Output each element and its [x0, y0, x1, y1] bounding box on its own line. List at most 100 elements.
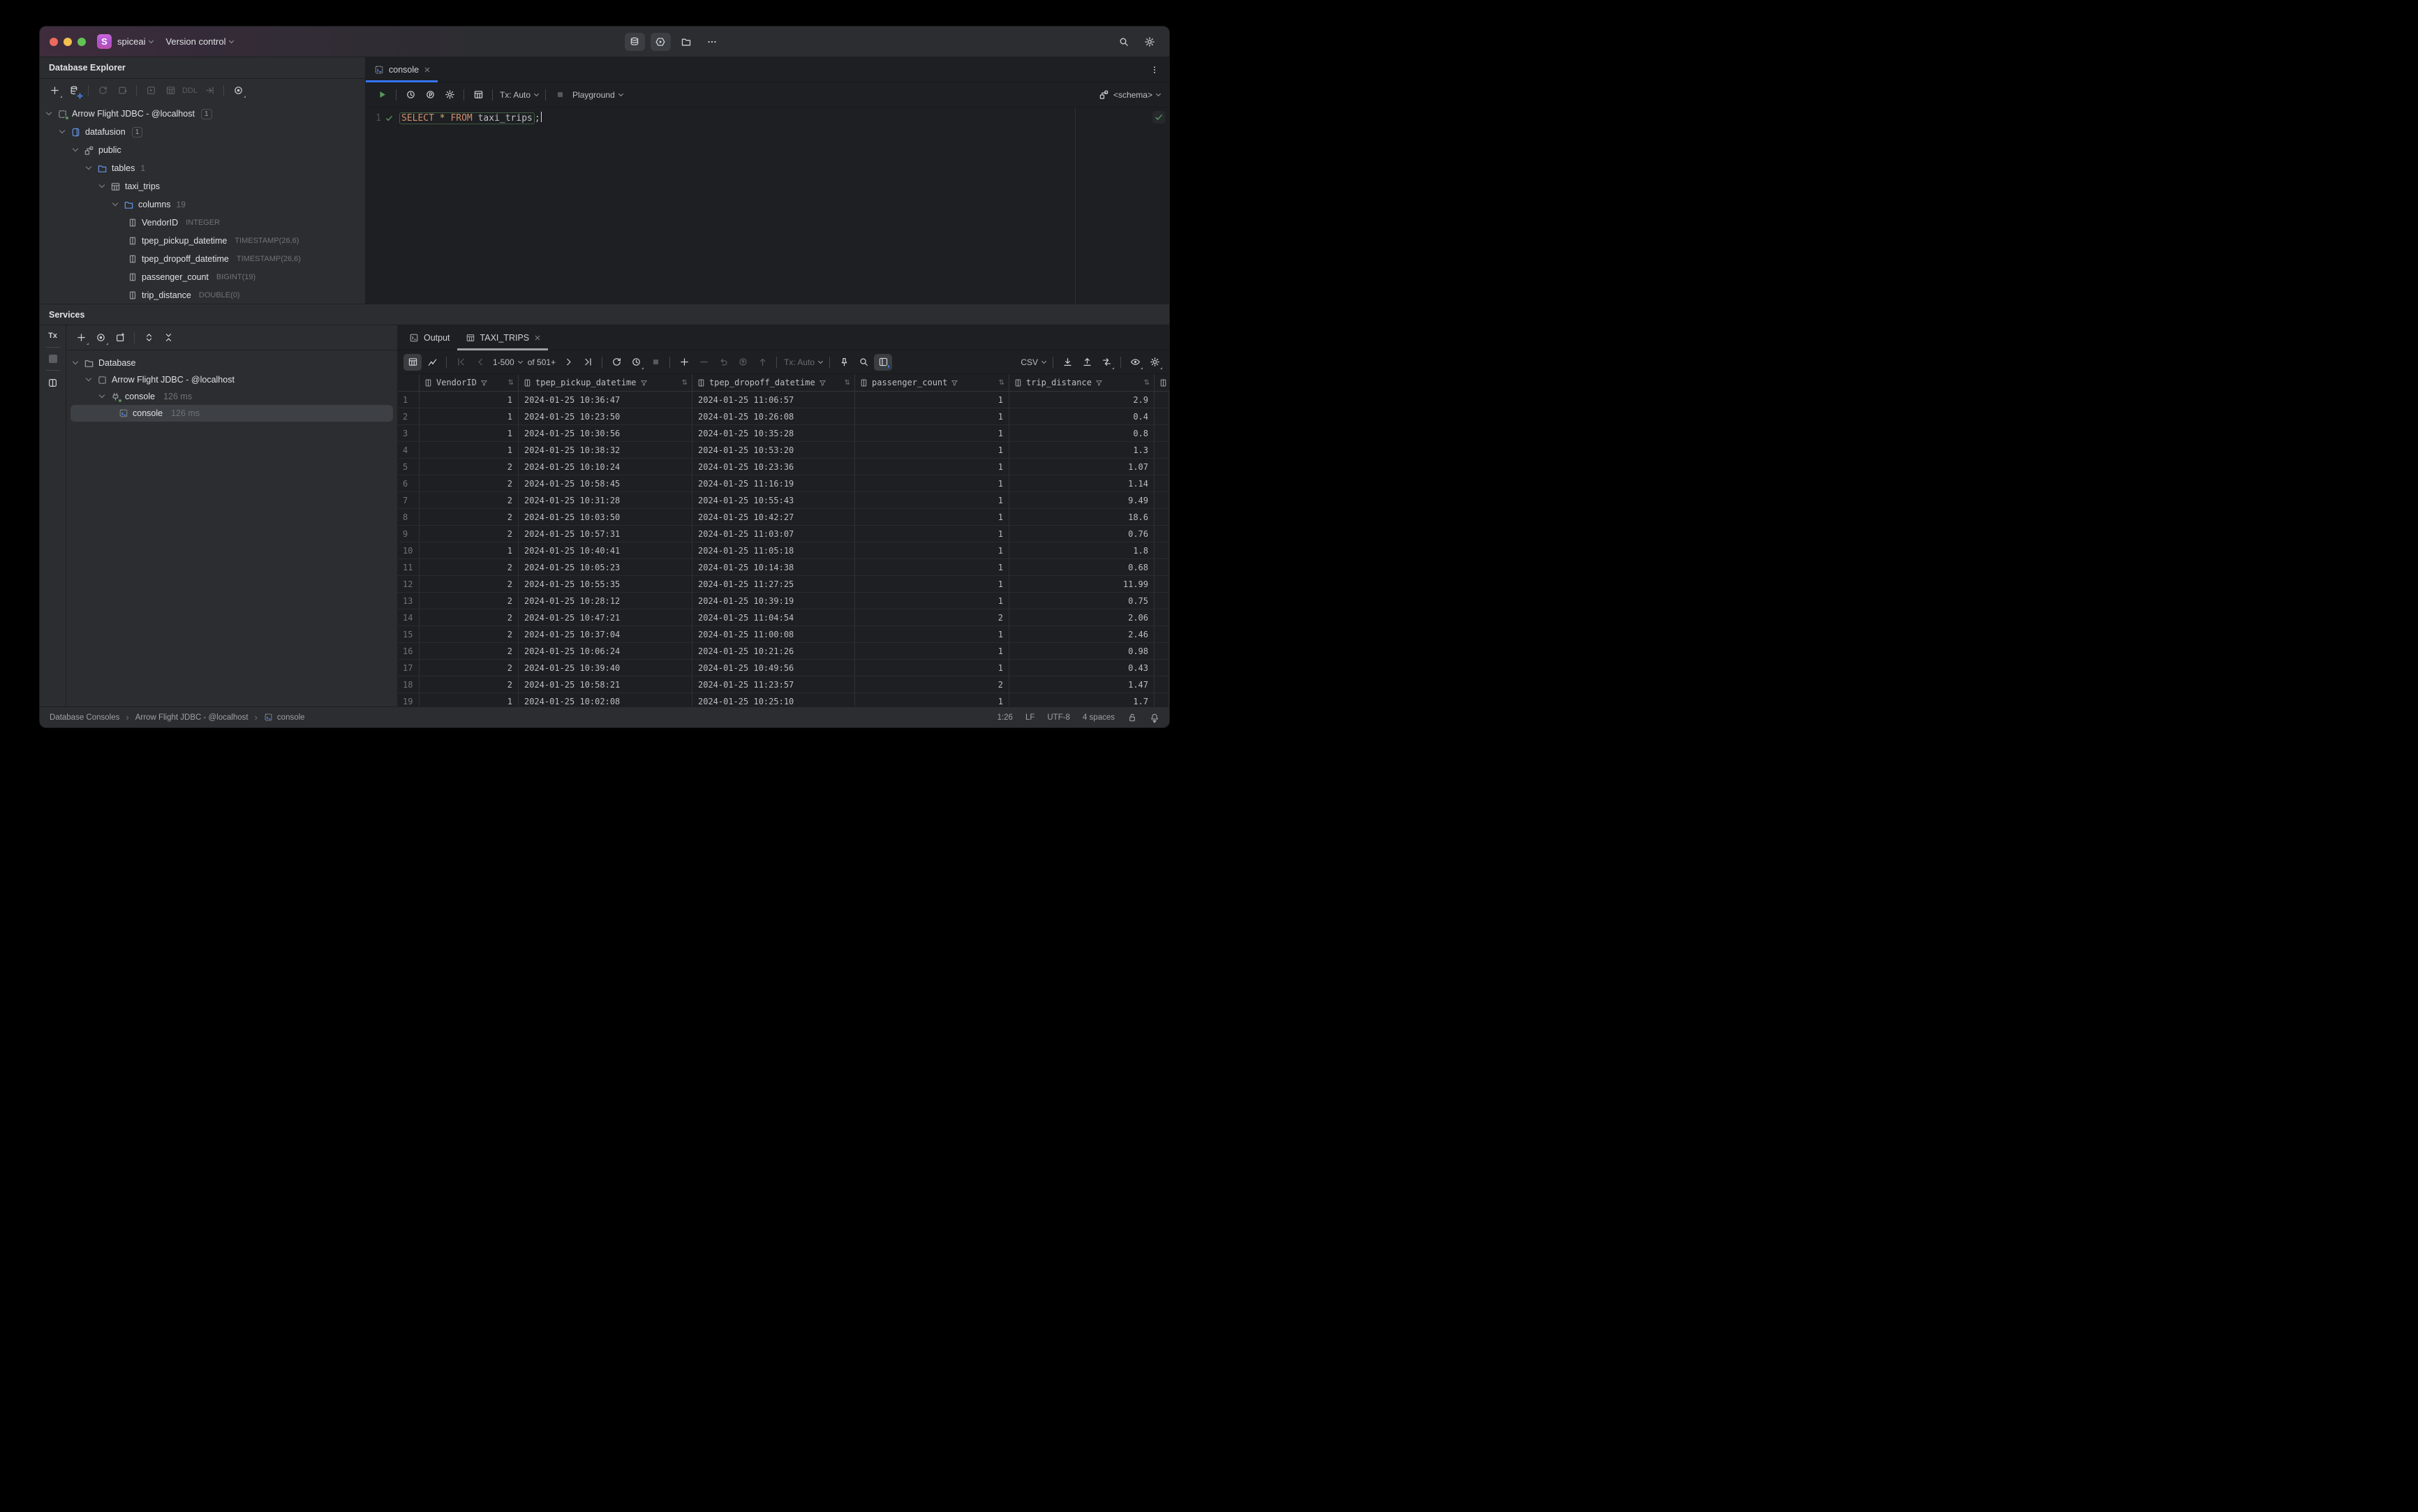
cell-rate[interactable]: [1155, 492, 1169, 508]
cell-trip-distance[interactable]: 1.07: [1009, 459, 1155, 475]
page-range-selector[interactable]: 1-500: [493, 357, 523, 367]
table-row[interactable]: 16 2 2024-01-25 10:06:24 2024-01-25 10:2…: [398, 643, 1169, 660]
cell-pickup-datetime[interactable]: 2024-01-25 10:40:41: [519, 542, 692, 558]
tab-taxi-trips[interactable]: TAXI_TRIPS: [457, 325, 549, 350]
find-button[interactable]: [854, 354, 873, 371]
add-row-button[interactable]: [675, 354, 693, 371]
cell-vendor-id[interactable]: 2: [420, 676, 519, 692]
more-button[interactable]: [702, 33, 722, 51]
cell-dropoff-datetime[interactable]: 2024-01-25 10:35:28: [692, 425, 855, 441]
cell-rate[interactable]: [1155, 626, 1169, 642]
sort-toggle[interactable]: ⇅: [999, 379, 1004, 387]
submit-button[interactable]: [734, 354, 752, 371]
minimize-window-button[interactable]: [64, 37, 72, 46]
cell-trip-distance[interactable]: 1.8: [1009, 542, 1155, 558]
cell-trip-distance[interactable]: 0.43: [1009, 660, 1155, 676]
service-item-database[interactable]: Database: [66, 355, 397, 371]
cell-trip-distance[interactable]: 18.6: [1009, 509, 1155, 525]
row-number[interactable]: 15: [398, 626, 420, 642]
cell-vendor-id[interactable]: 2: [420, 609, 519, 625]
chevron-down-icon[interactable]: [85, 163, 92, 170]
cell-dropoff-datetime[interactable]: 2024-01-25 10:21:26: [692, 643, 855, 659]
cell-rate[interactable]: [1155, 526, 1169, 542]
row-number[interactable]: 14: [398, 609, 420, 625]
view-options-button[interactable]: [91, 329, 110, 346]
table-row[interactable]: 8 2 2024-01-25 10:03:50 2024-01-25 10:42…: [398, 509, 1169, 526]
cell-rate[interactable]: [1155, 408, 1169, 424]
table-row[interactable]: 6 2 2024-01-25 10:58:45 2024-01-25 11:16…: [398, 475, 1169, 492]
column-header-rate[interactable]: Rate: [1155, 374, 1169, 391]
add-datasource-button[interactable]: [45, 82, 64, 99]
tx-strip-button[interactable]: Tx: [48, 332, 57, 340]
tree-item-columns-folder[interactable]: columns 19: [40, 195, 365, 214]
chevron-down-icon[interactable]: [72, 358, 79, 365]
export-data-button[interactable]: [1058, 354, 1076, 371]
zoom-window-button[interactable]: [77, 37, 86, 46]
cell-pickup-datetime[interactable]: 2024-01-25 10:47:21: [519, 609, 692, 625]
cell-pickup-datetime[interactable]: 2024-01-25 10:36:47: [519, 392, 692, 408]
cell-pickup-datetime[interactable]: 2024-01-25 10:58:21: [519, 676, 692, 692]
cell-pickup-datetime[interactable]: 2024-01-25 10:03:50: [519, 509, 692, 525]
cell-rate[interactable]: [1155, 475, 1169, 491]
cell-trip-distance[interactable]: 0.75: [1009, 593, 1155, 609]
cell-rate[interactable]: [1155, 509, 1169, 525]
cell-passenger-count[interactable]: 1: [855, 660, 1009, 676]
compare-data-button[interactable]: [1097, 354, 1115, 371]
filter-panel-button[interactable]: [874, 353, 893, 371]
ddl-button[interactable]: DDL: [181, 82, 199, 99]
first-page-button[interactable]: [452, 354, 470, 371]
column-header-pickup[interactable]: tpep_pickup_datetime ⇅: [519, 374, 692, 391]
cell-trip-distance[interactable]: 11.99: [1009, 576, 1155, 592]
next-page-button[interactable]: [559, 354, 577, 371]
project-selector[interactable]: spiceai: [117, 36, 154, 47]
cell-rate[interactable]: [1155, 660, 1169, 676]
run-script-button[interactable]: [142, 82, 160, 99]
service-item-console-selected[interactable]: console 126 ms: [71, 405, 393, 422]
cell-vendor-id[interactable]: 2: [420, 526, 519, 542]
cell-pickup-datetime[interactable]: 2024-01-25 10:30:56: [519, 425, 692, 441]
cell-passenger-count[interactable]: 1: [855, 425, 1009, 441]
table-row[interactable]: 1 1 2024-01-25 10:36:47 2024-01-25 11:06…: [398, 392, 1169, 408]
stop-strip-button[interactable]: [48, 355, 57, 363]
cell-pickup-datetime[interactable]: 2024-01-25 10:57:31: [519, 526, 692, 542]
row-number[interactable]: 9: [398, 526, 420, 542]
cell-dropoff-datetime[interactable]: 2024-01-25 10:53:20: [692, 442, 855, 458]
cell-dropoff-datetime[interactable]: 2024-01-25 10:14:38: [692, 559, 855, 575]
cell-vendor-id[interactable]: 2: [420, 576, 519, 592]
schema-selector[interactable]: <schema>: [1099, 89, 1162, 100]
tab-console[interactable]: console: [366, 57, 438, 82]
cell-trip-distance[interactable]: 1.47: [1009, 676, 1155, 692]
chevron-down-icon[interactable]: [98, 181, 105, 188]
table-row[interactable]: 12 2 2024-01-25 10:55:35 2024-01-25 11:2…: [398, 576, 1169, 593]
table-row[interactable]: 15 2 2024-01-25 10:37:04 2024-01-25 11:0…: [398, 626, 1169, 643]
close-icon[interactable]: [424, 66, 431, 73]
row-number-header[interactable]: [398, 374, 420, 391]
caret-position-widget[interactable]: 1:26: [997, 713, 1013, 722]
tree-item-tables-folder[interactable]: tables 1: [40, 159, 365, 177]
cell-dropoff-datetime[interactable]: 2024-01-25 11:03:07: [692, 526, 855, 542]
cell-rate[interactable]: [1155, 693, 1169, 706]
expand-all-button[interactable]: [140, 329, 158, 346]
cell-pickup-datetime[interactable]: 2024-01-25 10:38:32: [519, 442, 692, 458]
pin-tab-button[interactable]: [835, 354, 853, 371]
collapse-all-button[interactable]: [159, 329, 177, 346]
cell-trip-distance[interactable]: 0.4: [1009, 408, 1155, 424]
breadcrumb-console[interactable]: console: [277, 713, 305, 722]
chevron-down-icon[interactable]: [98, 392, 105, 399]
row-number[interactable]: 4: [398, 442, 420, 458]
cell-rate[interactable]: [1155, 459, 1169, 475]
view-table-button[interactable]: [161, 82, 179, 99]
cell-vendor-id[interactable]: 1: [420, 408, 519, 424]
table-row[interactable]: 18 2 2024-01-25 10:58:21 2024-01-25 11:2…: [398, 676, 1169, 693]
service-item-session[interactable]: console 126 ms: [66, 388, 397, 405]
cell-dropoff-datetime[interactable]: 2024-01-25 11:05:18: [692, 542, 855, 558]
stop-button[interactable]: [551, 87, 569, 103]
table-row[interactable]: 11 2 2024-01-25 10:05:23 2024-01-25 10:1…: [398, 559, 1169, 576]
open-console-button[interactable]: [111, 329, 129, 346]
cell-pickup-datetime[interactable]: 2024-01-25 10:31:28: [519, 492, 692, 508]
search-everywhere-button[interactable]: [1113, 33, 1134, 51]
breadcrumb-database-consoles[interactable]: Database Consoles: [50, 713, 119, 722]
row-number[interactable]: 5: [398, 459, 420, 475]
row-number[interactable]: 6: [398, 475, 420, 491]
tab-output[interactable]: Output: [401, 325, 457, 350]
